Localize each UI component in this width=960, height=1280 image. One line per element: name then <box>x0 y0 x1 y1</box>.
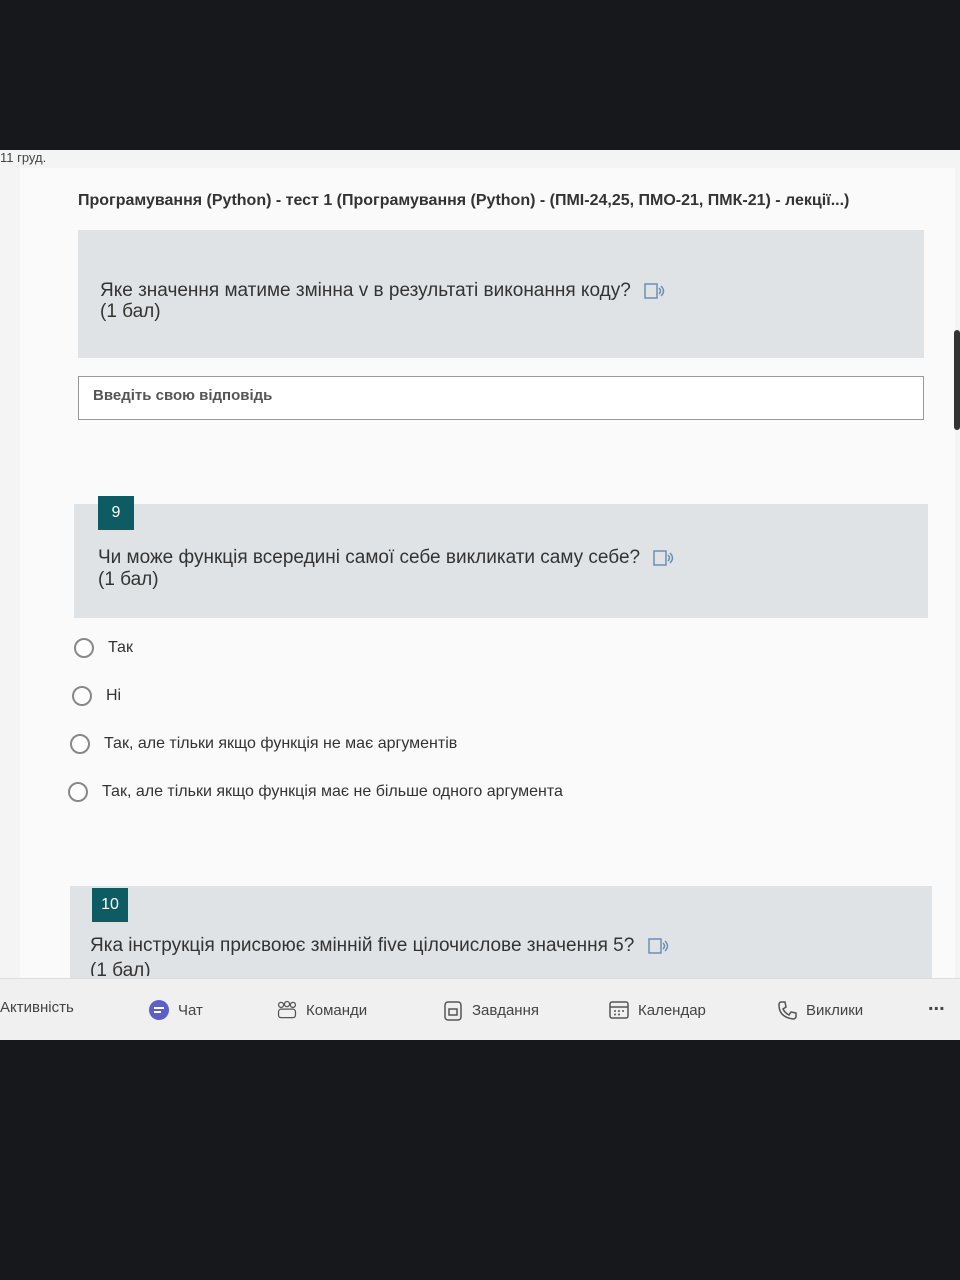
radio-button[interactable] <box>72 686 92 706</box>
question-points: (1 бал) <box>90 960 151 976</box>
option-label: Так, але тільки якщо функція має не біль… <box>102 783 563 800</box>
screen: 11 груд. Програмування (Python) - тест 1… <box>0 150 960 1040</box>
option-label: Так <box>108 639 133 656</box>
option-3[interactable]: Так, але тільки якщо функція не має аргу… <box>70 734 457 754</box>
immersive-reader-icon[interactable] <box>644 282 666 300</box>
nav-label: Чат <box>178 1001 203 1019</box>
nav-calendar[interactable]: Календар <box>608 999 706 1021</box>
option-1[interactable]: Так <box>74 638 133 658</box>
date-label: 11 груд. <box>0 150 47 165</box>
nav-teams[interactable]: Команди <box>276 999 367 1021</box>
nav-label: Завдання <box>472 1001 539 1019</box>
nav-more[interactable]: ... <box>928 993 945 1016</box>
nav-calls[interactable]: Виклики <box>776 999 863 1021</box>
question-points: (1 бал) <box>100 301 161 322</box>
option-label: Ні <box>106 687 122 704</box>
question-text: Яка інструкція присвоює змінній five ціл… <box>90 933 670 959</box>
nav-assignments[interactable]: Завдання <box>442 999 539 1021</box>
phone-icon <box>778 1001 797 1020</box>
question-text: Чи може функція всередині самої себе вик… <box>98 545 675 571</box>
question-text: Яке значення матиме змінна v в результат… <box>100 278 666 304</box>
option-label: Так, але тільки якщо функція не має аргу… <box>104 735 458 752</box>
chat-icon <box>149 1000 169 1020</box>
question-number: 9 <box>98 496 134 530</box>
nav-label: Виклики <box>806 1001 864 1019</box>
nav-label: Команди <box>306 1001 368 1019</box>
option-4[interactable]: Так, але тільки якщо функція має не біль… <box>68 782 563 802</box>
scrollbar[interactable] <box>954 330 960 430</box>
radio-button[interactable] <box>74 638 94 658</box>
radio-button[interactable] <box>68 782 88 802</box>
form-title: Програмування (Python) - тест 1 (Програм… <box>78 192 850 209</box>
option-2[interactable]: Ні <box>72 686 121 706</box>
calendar-icon <box>609 1001 629 1019</box>
teams-icon <box>277 1000 297 1019</box>
nav-label: Активність <box>0 999 74 1016</box>
immersive-reader-icon[interactable] <box>647 937 670 955</box>
question-points: (1 бал) <box>98 569 159 590</box>
nav-label: Календар <box>638 1001 706 1019</box>
question-card <box>70 886 932 978</box>
nav-chat[interactable]: Чат <box>148 999 203 1021</box>
assignments-icon <box>444 1001 462 1021</box>
question-number: 10 <box>92 888 128 922</box>
answer-input[interactable]: Введіть свою відповідь <box>78 376 924 420</box>
immersive-reader-icon[interactable] <box>653 549 675 567</box>
nav-activity[interactable]: Активність <box>0 999 74 1016</box>
more-icon: ... <box>928 993 945 1015</box>
radio-button[interactable] <box>70 734 90 754</box>
teams-nav-bar: Активність Чат Команди Завдання Календар… <box>0 978 960 1040</box>
